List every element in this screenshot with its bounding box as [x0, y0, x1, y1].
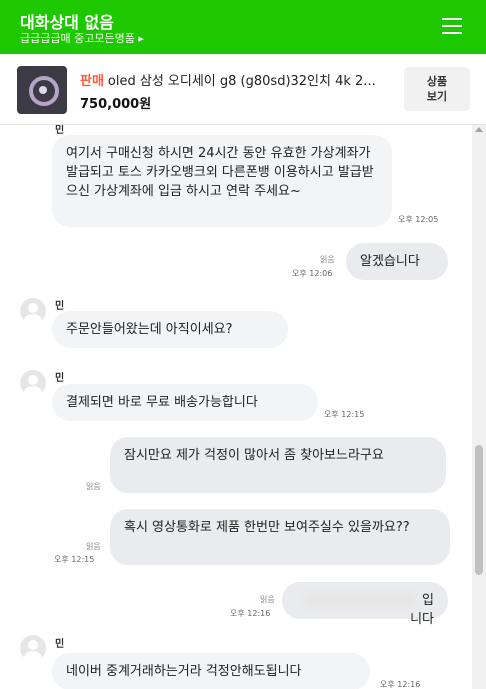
redacted-text [306, 593, 417, 608]
avatar[interactable] [20, 298, 46, 324]
message-bubble: 혹시 영상통화로 제품 한번만 보여주실수 있을까요?? [110, 509, 450, 565]
message-bubble: 여기서 구매신청 하시면 24시간 동안 유효한 가상계좌가 발급되고 토스 카… [52, 135, 392, 227]
chat-header: 대화상대 없음 급급급급매 중고모든명품 ▸ [0, 0, 486, 54]
scroll-up-icon[interactable] [475, 127, 483, 132]
sale-tag: 판매 [80, 74, 104, 89]
message-time: 오후 12:16 [230, 609, 271, 618]
message-bubble: 주문안들어왔는데 아직이세요? [52, 311, 288, 348]
message-time: 오후 12:16 [380, 680, 421, 689]
shop-link[interactable]: 급급급급매 중고모든명품 ▸ [20, 30, 144, 46]
scrollbar-thumb[interactable] [475, 445, 483, 575]
message-time: 오후 12:15 [324, 410, 365, 419]
menu-icon[interactable] [442, 18, 462, 34]
product-thumbnail[interactable] [17, 66, 67, 114]
sender-name: 민 [55, 373, 65, 384]
product-name: oled 삼성 오디세이 g8 (g80sd)32인치 4k 2... [107, 74, 376, 89]
message-time: 오후 12:15 [54, 555, 95, 564]
read-receipt: 읽음 [86, 542, 101, 551]
message-bubble: 네이버 중계거래하는거라 걱정안해도됩니다 [52, 653, 370, 689]
sender-name: 민 [55, 301, 65, 312]
read-receipt: 읽음 [260, 595, 275, 604]
avatar[interactable] [20, 370, 46, 396]
message-bubble: 잠시만요 제가 걱정이 많아서 좀 찾아보느라구요 [110, 437, 446, 493]
message-bubble: 입니다 [282, 582, 448, 627]
view-product-button[interactable]: 상품 보기 [404, 67, 470, 111]
message-time: 오후 12:06 [292, 269, 333, 278]
scrollbar[interactable] [472, 125, 486, 689]
message-time: 오후 12:05 [398, 215, 439, 224]
message-bubble: 알겠습니다 [346, 243, 448, 280]
read-receipt: 읽음 [86, 482, 101, 491]
read-receipt: 읽음 [320, 255, 335, 264]
product-bar: 판매 oled 삼성 오디세이 g8 (g80sd)32인치 4k 2... 75… [0, 54, 486, 125]
chat-area: 민 여기서 구매신청 하시면 24시간 동안 유효한 가상계좌가 발급되고 토스… [0, 125, 472, 689]
product-title: 판매 oled 삼성 오디세이 g8 (g80sd)32인치 4k 2... [80, 70, 390, 89]
sender-name: 민 [55, 125, 65, 136]
message-bubble: 결제되면 바로 무료 배송가능합니다 [52, 384, 318, 421]
sender-name: 민 [55, 639, 65, 650]
avatar[interactable] [20, 635, 46, 661]
view-product-label: 상품 보기 [426, 75, 448, 103]
product-price: 750,000원 [80, 97, 152, 112]
